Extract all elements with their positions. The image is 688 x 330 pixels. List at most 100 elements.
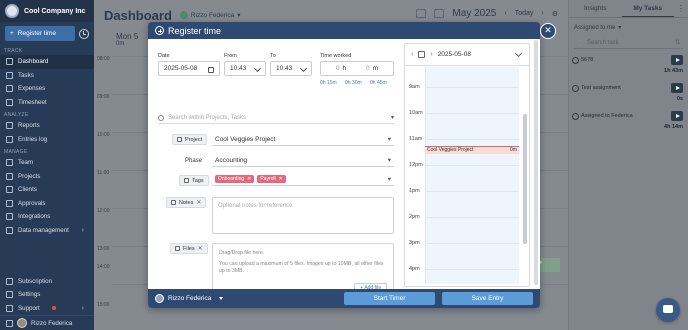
chevron-down-icon (219, 297, 224, 300)
task-item[interactable]: Assigned to Federica 4h 14m (569, 108, 688, 136)
close-icon[interactable]: ✕ (247, 176, 251, 182)
tags-select[interactable]: Onboarding ✕ Payroll ✕ ▾ (212, 173, 394, 186)
calendar-icon[interactable] (418, 51, 426, 58)
quick-15m[interactable]: 0h 15m (320, 80, 337, 86)
sidebar-item-approvals[interactable]: Approvals (0, 197, 94, 211)
user-selector[interactable]: Rizzo Federica ▾ (179, 11, 241, 19)
tag-chip[interactable]: Onboarding ✕ (215, 175, 255, 183)
files-label: Files ✕ (170, 243, 208, 254)
sidebar-item-label: Settings (18, 291, 41, 299)
timer-clock-icon[interactable] (79, 28, 89, 39)
task-search-input[interactable]: Search task ⇅ (574, 37, 683, 49)
gear-icon (6, 291, 13, 299)
close-icon[interactable]: ✕ (279, 176, 283, 182)
search-placeholder: Search within Projects, Tasks (168, 114, 246, 121)
sidebar-item-clients[interactable]: Clients (0, 183, 94, 197)
entries-log-icon (6, 135, 13, 143)
list-view-icon[interactable] (416, 9, 427, 18)
sort-icon[interactable]: ⇅ (675, 39, 680, 46)
calendar-view-icon[interactable] (434, 9, 445, 18)
today-button[interactable]: Today (515, 10, 534, 17)
project-select[interactable]: Cool Veggies Project ▾ (212, 133, 394, 146)
bell-icon[interactable] (6, 319, 13, 327)
modal-scrollbar[interactable] (534, 40, 538, 285)
play-icon[interactable] (671, 55, 683, 65)
sidebar-item-label: Clients (18, 186, 37, 194)
entry-user-select[interactable]: Rizzo Federica (155, 294, 224, 303)
tag-chip[interactable]: Payroll ✕ (257, 175, 286, 183)
close-modal-icon[interactable]: ✕ (540, 23, 556, 39)
more-options-icon[interactable]: ⋮ (674, 0, 688, 17)
sidebar-item-dashboard[interactable]: Dashboard (0, 55, 94, 69)
sidebar-item-timesheet[interactable]: Timesheet (0, 96, 94, 110)
notes-placeholder: Optional notes for reference (218, 203, 293, 209)
sidebar-item-subscription[interactable]: Subscription (0, 275, 94, 289)
hour-line (425, 269, 519, 270)
chevron-down-icon: ▾ (390, 115, 394, 121)
task-item[interactable]: 5678 1h 43m (569, 52, 688, 80)
task-complete-radio[interactable] (572, 57, 579, 64)
play-icon[interactable] (671, 83, 683, 93)
calendar-scrollbar[interactable] (523, 114, 527, 244)
assigned-filter[interactable]: Assigned to me ▾ (569, 18, 688, 34)
start-timer-button[interactable]: Start Timer (344, 292, 435, 305)
gear-icon[interactable]: ⚙ (552, 10, 558, 18)
quick-30m[interactable]: 0h 30m (345, 80, 362, 86)
sidebar-item-entries-log[interactable]: Entries log (0, 133, 94, 147)
sidebar-item-reports[interactable]: Reports (0, 119, 94, 133)
chevron-down-icon[interactable] (514, 49, 523, 58)
files-label-text: Files (183, 245, 195, 252)
hours-value: 0 (335, 65, 340, 72)
sidebar-item-data-management[interactable]: Data management › (0, 224, 94, 238)
expenses-icon (6, 85, 13, 93)
sidebar-item-integrations[interactable]: Integrations (0, 210, 94, 224)
day-column[interactable] (425, 67, 519, 284)
time-label: 08:00 (97, 56, 110, 62)
hour-line (425, 139, 519, 140)
save-entry-button[interactable]: Save Entry (442, 292, 533, 305)
reports-icon (6, 122, 13, 130)
next-day-icon[interactable]: › (430, 51, 432, 58)
tab-my-tasks[interactable]: My Tasks (621, 0, 674, 17)
company-switcher[interactable]: Cool Company Inc (0, 0, 94, 22)
sidebar-item-support[interactable]: Support › (0, 302, 94, 316)
plus-circle-icon (155, 26, 164, 35)
sidebar-item-projects[interactable]: Projects (0, 170, 94, 184)
sidebar-item-tasks[interactable]: Tasks (0, 69, 94, 83)
task-time: 4h 14m (664, 124, 683, 130)
to-time-select[interactable]: 10:43 (270, 61, 312, 76)
quick-45m[interactable]: 0h 45m (370, 80, 387, 86)
register-time-label: Register time (17, 30, 57, 37)
next-arrow-icon[interactable]: › (541, 10, 543, 17)
hour-label: 11am (409, 136, 423, 142)
play-icon[interactable] (671, 111, 683, 121)
task-name: Assigned to Federica (581, 113, 633, 119)
sidebar-item-expenses[interactable]: Expenses (0, 82, 94, 96)
notes-textarea[interactable]: Optional notes for reference (212, 197, 394, 234)
register-time-button[interactable]: + Register time (5, 26, 76, 41)
task-item[interactable]: Test assignment 0s (569, 80, 688, 108)
task-complete-radio[interactable] (572, 113, 579, 120)
chat-bubble-icon[interactable] (656, 298, 680, 322)
date-field[interactable]: 2025-05-08 (158, 61, 220, 76)
project-task-search[interactable]: Search within Projects, Tasks ▾ (158, 112, 394, 124)
date-value: 2025-05-08 (164, 65, 198, 72)
time-worked-field[interactable]: 0h 0m (320, 61, 394, 76)
prev-arrow-icon[interactable]: ‹ (504, 10, 506, 17)
sidebar-user-menu[interactable]: Rizzo Federica (0, 315, 94, 330)
tab-insights[interactable]: Insights (569, 0, 622, 17)
sidebar-item-settings[interactable]: Settings (0, 288, 94, 302)
task-complete-radio[interactable] (572, 85, 579, 92)
hours-input[interactable]: 0h (336, 65, 346, 72)
phase-select[interactable]: Accounting ▾ (212, 154, 394, 167)
close-icon[interactable]: ✕ (196, 199, 201, 206)
close-icon[interactable]: ✕ (198, 245, 203, 252)
entry-duration: 0m (510, 147, 517, 153)
dropzone-title: Drag/Drop file here. (219, 250, 265, 256)
hour-label: 10am (409, 110, 423, 116)
sidebar-item-team[interactable]: Team (0, 156, 94, 170)
minutes-input[interactable]: 0m (366, 65, 378, 72)
time-entry-preview[interactable]: Cool Veggies Project 0m (425, 146, 519, 154)
from-time-select[interactable]: 10:43 (224, 61, 266, 76)
prev-day-icon[interactable]: ‹ (411, 51, 413, 58)
